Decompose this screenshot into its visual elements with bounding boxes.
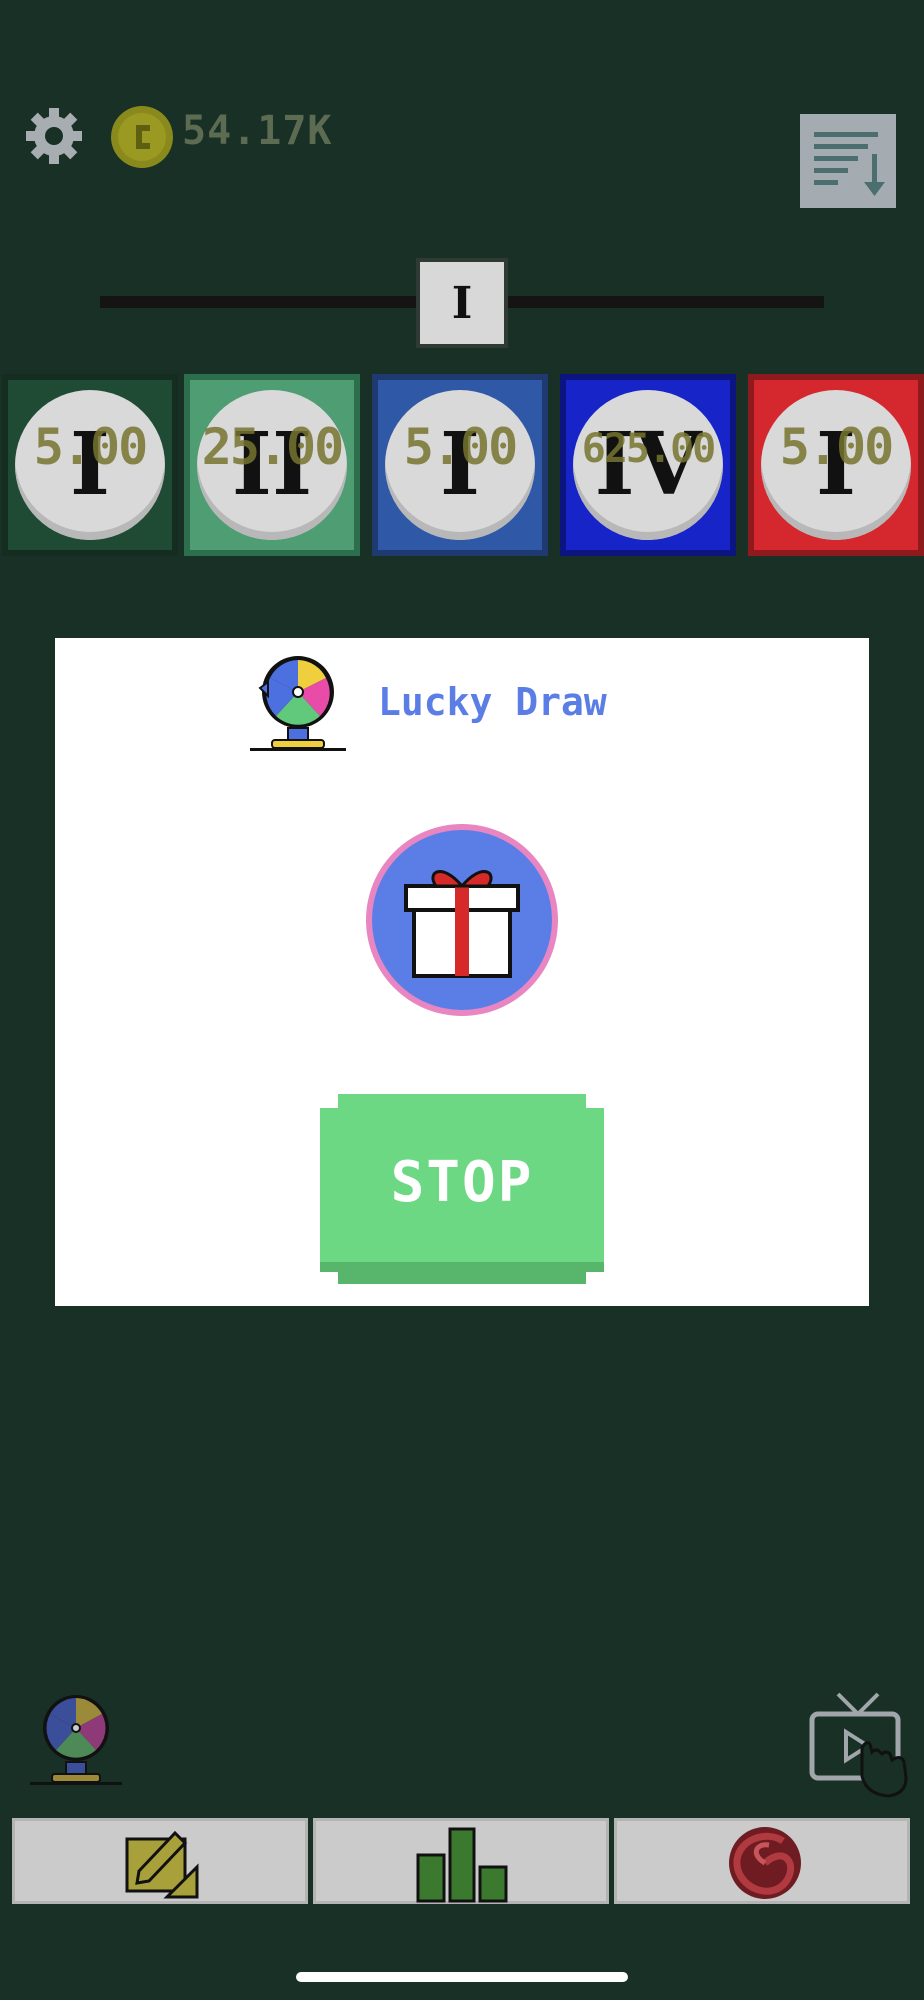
spiral-icon [729, 1827, 801, 1899]
chip-card[interactable]: I 5.00 [2, 374, 178, 556]
chip-value: 5.00 [33, 418, 148, 476]
sort-list-icon[interactable] [800, 114, 896, 208]
chip-value: 625.00 [581, 426, 717, 472]
chip-face: I 5.00 [15, 390, 165, 540]
settings-gear-icon[interactable] [24, 106, 84, 166]
watch-ad-tv-icon[interactable] [808, 1690, 908, 1802]
chip-face: IV 625.00 [573, 390, 723, 540]
chip-card[interactable]: II 25.00 [184, 374, 360, 556]
stop-button-label: STOP [390, 1150, 534, 1215]
level-slider-knob[interactable]: I [416, 258, 508, 348]
gift-icon [366, 824, 558, 1016]
tab-portal[interactable] [614, 1818, 910, 1904]
tab-blueprint[interactable] [12, 1818, 308, 1904]
chip-card[interactable]: IV 625.00 [560, 374, 736, 556]
chip-value: 5.00 [403, 418, 518, 476]
bar-chart-icon [416, 1827, 508, 1903]
chip-face: I 5.00 [761, 390, 911, 540]
chip-card[interactable]: I 5.00 [372, 374, 548, 556]
chip-card[interactable]: I 5.00 [748, 374, 924, 556]
coin-icon [111, 106, 173, 168]
chip-face: II 25.00 [197, 390, 347, 540]
lucky-wheel-button-icon[interactable] [28, 1692, 124, 1790]
tab-stats[interactable] [313, 1818, 609, 1904]
chip-value: 5.00 [779, 418, 894, 476]
lucky-wheel-icon [250, 656, 346, 751]
blueprint-icon [125, 1830, 199, 1899]
home-indicator[interactable] [296, 1972, 628, 1982]
coin-balance: 54.17K [182, 108, 333, 154]
chip-value: 25.00 [201, 418, 345, 476]
dialog-title: Lucky Draw [378, 680, 607, 724]
chip-face: I 5.00 [385, 390, 535, 540]
